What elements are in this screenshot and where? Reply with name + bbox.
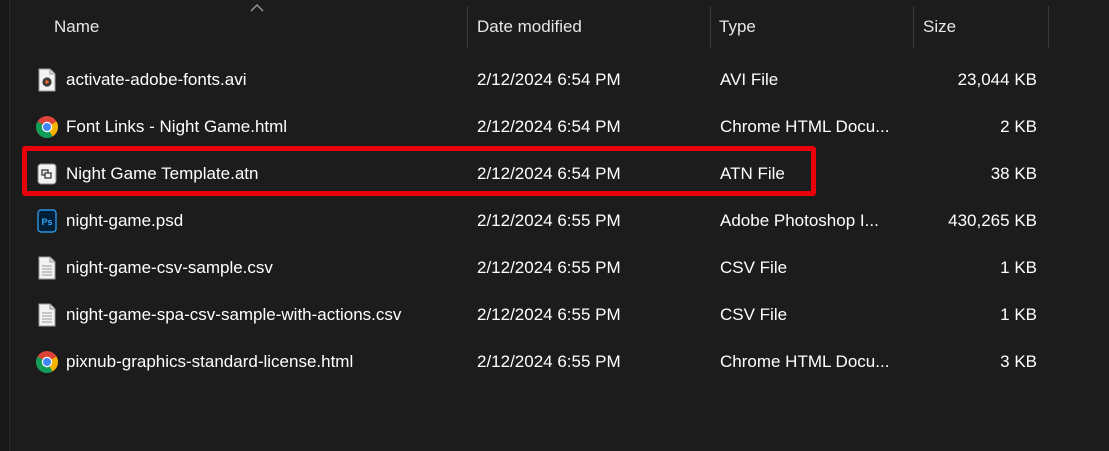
column-header-name-label: Name [54,17,100,36]
file-name: activate-adobe-fonts.avi [66,69,247,89]
column-divider[interactable] [1048,6,1049,48]
file-size: 1 KB [1000,257,1037,277]
file-date-modified: 2/12/2024 6:54 PM [477,69,621,89]
file-size: 3 KB [1000,351,1037,371]
action-file-icon [37,163,57,185]
file-name: night-game.psd [66,210,184,230]
file-row[interactable]: night-game-csv-sample.csv 2/12/2024 6:55… [0,244,1109,291]
file-row[interactable]: Font Links - Night Game.html 2/12/2024 6… [0,103,1109,150]
file-type: Adobe Photoshop I... [720,210,879,230]
file-type: CSV File [720,257,788,277]
file-date-modified: 2/12/2024 6:55 PM [477,210,621,230]
file-type: AVI File [720,69,779,89]
column-divider[interactable] [467,6,468,48]
file-row[interactable]: night-game-spa-csv-sample-with-actions.c… [0,291,1109,338]
column-header-name[interactable]: Name [54,6,464,48]
photoshop-icon: Ps [37,209,57,233]
column-header-type[interactable]: Type [719,6,911,48]
file-type: ATN File [720,163,785,183]
file-name: Night Game Template.atn [66,163,259,183]
file-date-modified: 2/12/2024 6:55 PM [477,351,621,371]
column-header-date-label: Date modified [477,17,582,36]
file-date-modified: 2/12/2024 6:55 PM [477,304,621,324]
file-row[interactable]: activate-adobe-fonts.avi 2/12/2024 6:54 … [0,56,1109,103]
file-row[interactable]: pixnub-graphics-standard-license.html 2/… [0,338,1109,385]
column-header-bar: Name Date modified Type Size [10,0,1109,52]
column-divider[interactable] [710,6,711,48]
text-file-icon [38,303,56,327]
file-size: 1 KB [1000,304,1037,324]
file-type: Chrome HTML Docu... [720,116,890,136]
file-row[interactable]: Night Game Template.atn 2/12/2024 6:54 P… [0,150,1109,197]
file-type: CSV File [720,304,788,324]
column-header-date[interactable]: Date modified [477,6,709,48]
file-date-modified: 2/12/2024 6:54 PM [477,163,621,183]
file-size: 430,265 KB [948,210,1037,230]
file-name: pixnub-graphics-standard-license.html [66,351,354,371]
file-name: Font Links - Night Game.html [66,116,288,136]
file-name: night-game-csv-sample.csv [66,257,273,277]
chrome-icon [36,116,58,138]
file-size: 38 KB [990,163,1037,183]
file-size: 2 KB [1000,116,1037,136]
column-header-size[interactable]: Size [923,6,1043,48]
file-date-modified: 2/12/2024 6:55 PM [477,257,621,277]
file-size: 23,044 KB [957,69,1037,89]
svg-text:Ps: Ps [41,217,52,227]
file-explorer-view: Name Date modified Type Size activate-ad… [0,0,1109,451]
file-row[interactable]: Ps night-game.psd 2/12/2024 6:55 PM Adob… [0,197,1109,244]
file-type: Chrome HTML Docu... [720,351,890,371]
text-file-icon [38,256,56,280]
video-file-icon [38,68,56,92]
file-date-modified: 2/12/2024 6:54 PM [477,116,621,136]
column-divider[interactable] [913,6,914,48]
column-header-size-label: Size [923,17,957,36]
chrome-icon [36,351,58,373]
column-header-type-label: Type [719,17,756,36]
file-name: night-game-spa-csv-sample-with-actions.c… [66,304,402,324]
